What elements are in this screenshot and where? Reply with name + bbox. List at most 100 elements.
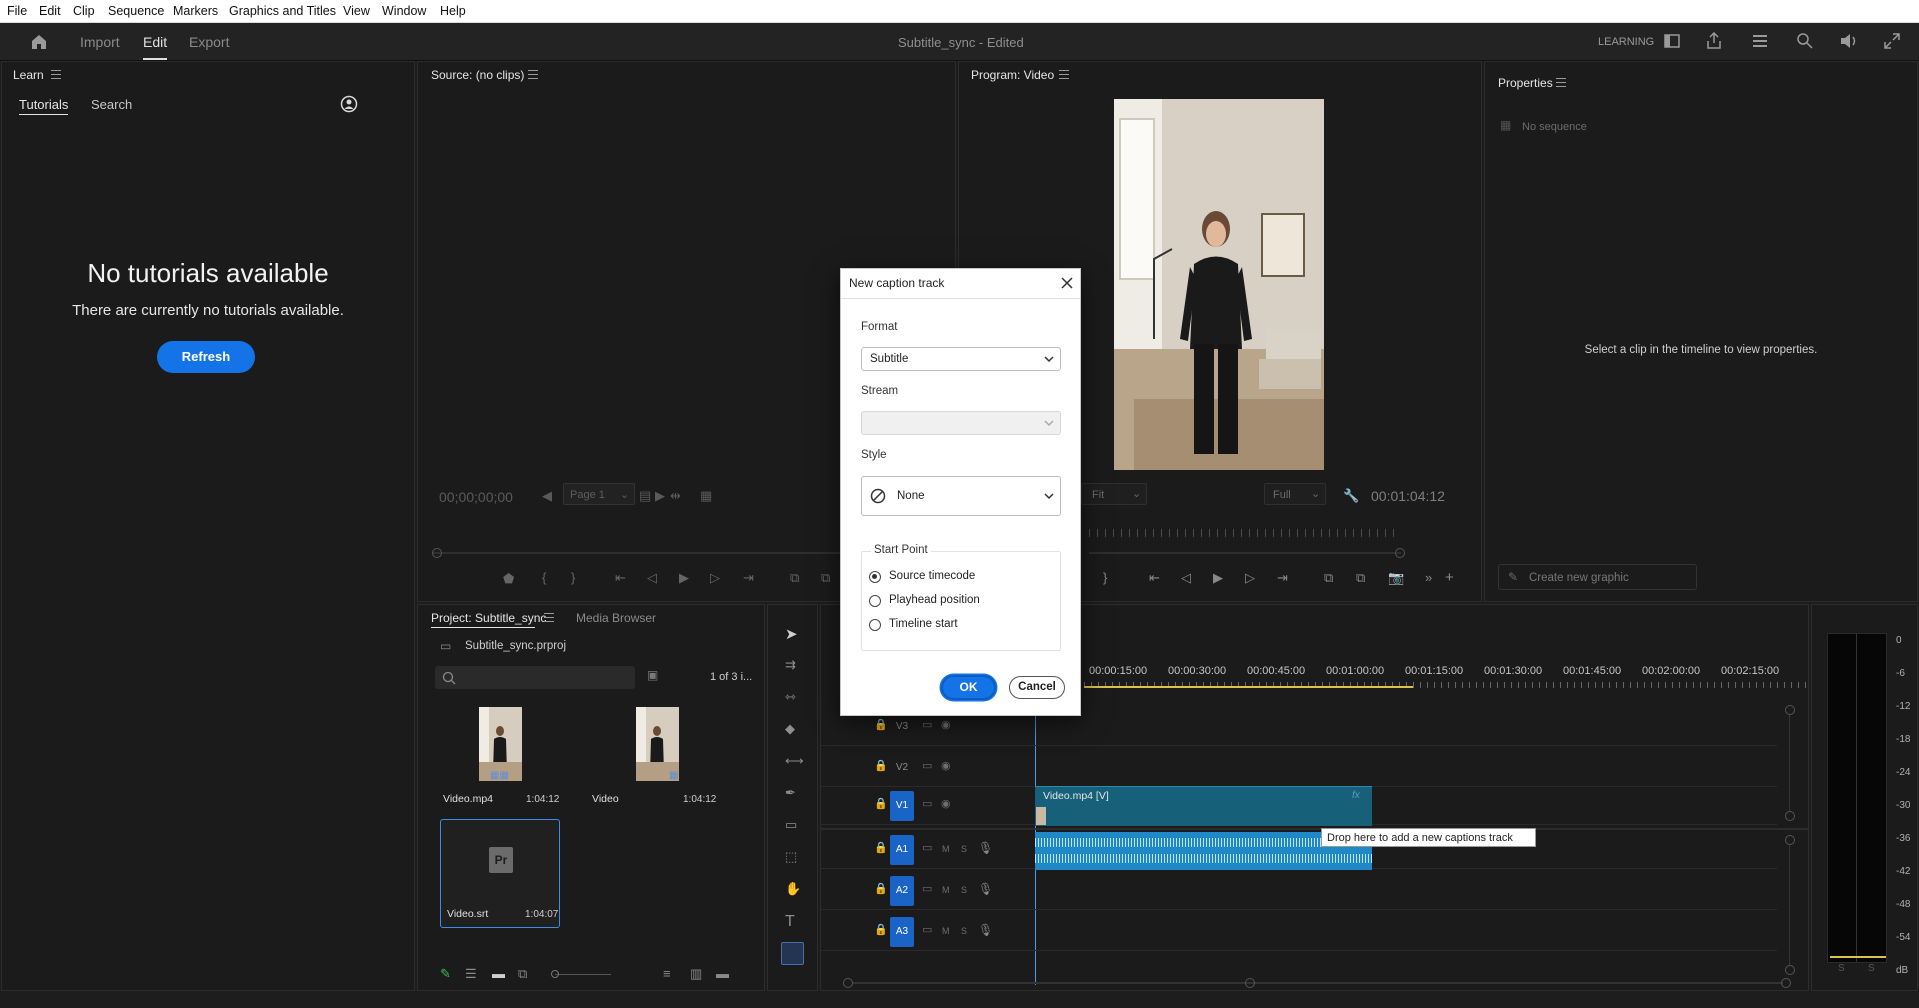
track-target-video[interactable]: V3 [890, 712, 914, 742]
fx-badge[interactable]: fx [1352, 790, 1360, 801]
source-timecode[interactable]: 00;00;00;00 [439, 489, 513, 505]
mark-in-icon[interactable]: { [542, 571, 546, 584]
track-target-video[interactable]: V1 [890, 791, 914, 821]
refresh-button[interactable]: Refresh [157, 341, 255, 373]
play-icon[interactable]: ▶ [1213, 571, 1223, 584]
insert-icon[interactable]: ⧉ [790, 571, 799, 584]
track-select-tool-icon[interactable]: ⇉ [785, 658, 796, 671]
page-select[interactable]: Page 1 ⌄ [563, 483, 635, 505]
learn-menu-icon[interactable] [51, 70, 61, 79]
audio-scroll-top[interactable] [1785, 835, 1795, 845]
add-marker-icon[interactable]: ⬟ [503, 572, 514, 585]
new-bin-icon[interactable]: ▬ [716, 967, 729, 980]
track-lock-icon[interactable]: 🔒 [874, 843, 888, 854]
go-to-in-icon[interactable]: ⇤ [615, 571, 626, 584]
create-new-graphic-button[interactable]: ✎ Create new graphic [1498, 564, 1697, 590]
user-account-icon[interactable] [340, 95, 358, 113]
zoom-slider[interactable] [555, 974, 611, 975]
track-visibility-eye-icon[interactable]: ◉ [941, 720, 951, 731]
tab-edit[interactable]: Edit [143, 34, 167, 50]
stream-select[interactable] [861, 411, 1061, 435]
add-button-icon[interactable]: + [1445, 570, 1454, 585]
mark-out-icon[interactable]: } [1103, 571, 1107, 584]
track-sync-lock-icon[interactable]: ▭ [922, 843, 932, 854]
project-item-video-mp4[interactable]: ▦▦ Video.mp4 1:04:12 [439, 701, 561, 809]
solo-right[interactable]: S [1868, 963, 1875, 974]
pen-tool-icon[interactable]: ✒ [785, 786, 796, 799]
more-controls-icon[interactable]: » [1425, 571, 1432, 584]
menu-window[interactable]: Window [382, 4, 426, 18]
program-scrubber[interactable] [1089, 552, 1401, 554]
slip-tool-icon[interactable]: ⟷ [785, 754, 804, 767]
h-scroll-mid[interactable] [1245, 978, 1255, 988]
program-scrubber-handle[interactable] [1395, 548, 1405, 558]
properties-menu-icon[interactable] [1556, 78, 1566, 87]
style-select[interactable]: None [861, 476, 1061, 516]
next-page-icon[interactable]: ▶ [655, 489, 665, 502]
step-back-icon[interactable]: ◁ [647, 571, 657, 584]
share-icon[interactable] [1706, 32, 1722, 49]
audio-scrollbar[interactable] [1789, 845, 1790, 965]
tab-export[interactable]: Export [189, 34, 229, 50]
ok-button[interactable]: OK [941, 675, 996, 700]
step-forward-icon[interactable]: ▷ [710, 571, 720, 584]
track-mute-button[interactable]: M [942, 885, 950, 895]
menu-sequence[interactable]: Sequence [108, 4, 164, 18]
go-to-out-icon[interactable]: ⇥ [1277, 571, 1288, 584]
source-scrubber-handle[interactable] [432, 548, 442, 558]
format-select[interactable]: Subtitle [861, 347, 1061, 371]
settings-grid-icon[interactable]: ▦ [700, 489, 712, 502]
track-lock-icon[interactable]: 🔒 [874, 884, 888, 895]
program-time-ruler[interactable] [1089, 529, 1401, 537]
source-scrubber[interactable] [432, 552, 852, 554]
freeform-view-icon[interactable]: ⧉ [518, 967, 527, 980]
home-icon[interactable] [30, 33, 48, 50]
voiceover-mic-icon[interactable]: 🎙 [978, 883, 993, 895]
project-item-video-srt[interactable]: Pr Video.srt 1:04:07 [440, 819, 560, 928]
menu-clip[interactable]: Clip [73, 4, 95, 18]
workspace-label[interactable]: LEARNING [1598, 36, 1654, 48]
fullscreen-icon[interactable] [1884, 33, 1900, 49]
go-to-out-icon[interactable]: ⇥ [743, 571, 754, 584]
track-visibility-eye-icon[interactable]: ◉ [941, 761, 951, 772]
audio-scroll-bottom[interactable] [1785, 965, 1795, 975]
track-sync-lock-icon[interactable]: ▭ [922, 761, 932, 772]
voiceover-mic-icon[interactable]: 🎙 [978, 842, 993, 854]
transform-tool-icon[interactable]: ⬚ [785, 850, 797, 863]
menu-file[interactable]: File [7, 4, 27, 18]
source-menu-icon[interactable] [528, 70, 538, 79]
cancel-button[interactable]: Cancel [1009, 676, 1065, 699]
safe-margins-icon[interactable]: ▤ [639, 489, 651, 502]
project-search-input[interactable] [435, 666, 635, 689]
timeline-hscrollbar[interactable] [853, 982, 1783, 984]
pencil-icon[interactable]: ✎ [440, 967, 451, 980]
track-solo-button[interactable]: S [961, 844, 967, 854]
caption-tool-icon[interactable] [781, 942, 804, 965]
track-solo-button[interactable]: S [961, 885, 967, 895]
track-mute-button[interactable]: M [942, 926, 950, 936]
menu-help[interactable]: Help [440, 4, 466, 18]
program-menu-icon[interactable] [1059, 70, 1069, 79]
track-lock-icon[interactable]: 🔒 [874, 799, 888, 810]
close-icon[interactable] [1061, 277, 1073, 289]
mark-out-icon[interactable]: } [571, 571, 575, 584]
tab-search[interactable]: Search [91, 97, 132, 112]
panels-list-icon[interactable] [1752, 34, 1768, 48]
fit-width-icon[interactable]: ⇹ [670, 489, 681, 502]
step-forward-icon[interactable]: ▷ [1245, 571, 1255, 584]
rectangle-tool-icon[interactable]: ▭ [785, 818, 797, 831]
tab-tutorials[interactable]: Tutorials [19, 97, 68, 112]
project-menu-icon[interactable] [544, 613, 554, 622]
volume-icon[interactable] [1840, 33, 1858, 49]
timeline-clip-video[interactable]: Video.mp4 [V] fx [1035, 786, 1372, 826]
zoom-slider-handle[interactable] [551, 970, 559, 978]
ripple-edit-tool-icon[interactable]: ⇿ [785, 690, 796, 703]
zoom-fit-select[interactable]: Fit ⌄ [1081, 483, 1147, 505]
track-sync-lock-icon[interactable]: ▭ [922, 884, 932, 895]
program-timecode[interactable]: 00:01:04:12 [1371, 488, 1445, 504]
razor-tool-icon[interactable]: ◆ [785, 722, 795, 735]
list-view-icon[interactable]: ☰ [465, 967, 477, 980]
h-scroll-left[interactable] [843, 978, 853, 988]
track-lock-icon[interactable]: 🔒 [874, 761, 888, 772]
h-scroll-right[interactable] [1781, 978, 1791, 988]
